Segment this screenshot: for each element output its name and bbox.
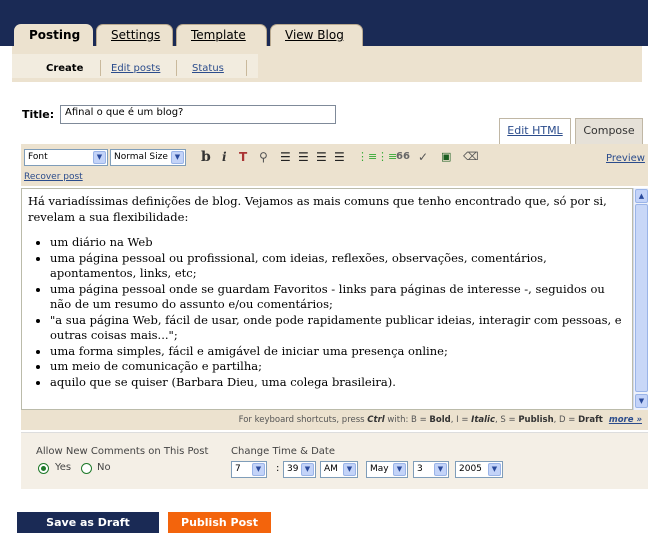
italic-button[interactable]: i (222, 150, 227, 164)
tab-template[interactable]: Template (176, 24, 267, 46)
shortcut-b: B = (411, 415, 430, 425)
minute-value: 39 (287, 464, 299, 474)
chevron-down-icon: ▼ (434, 463, 447, 476)
chevron-down-icon: ▼ (171, 151, 184, 164)
shortcut-d: , D = (553, 415, 579, 425)
align-justify-icon[interactable]: ☰ (334, 150, 345, 164)
year-select[interactable]: 2005 ▼ (455, 461, 503, 478)
shortcut-bold: Bold (429, 415, 451, 425)
tab-settings[interactable]: Settings (96, 24, 173, 46)
tab-posting[interactable]: Posting (14, 24, 93, 47)
shortcut-middle: with: (384, 415, 412, 425)
ampm-value: AM (324, 464, 338, 474)
bold-button[interactable]: b (201, 150, 211, 164)
minute-select[interactable]: 39 ▼ (283, 461, 316, 478)
title-label: Title: (22, 108, 55, 121)
blockquote-button[interactable]: 66 (396, 150, 410, 164)
ampm-select[interactable]: AM ▼ (320, 461, 358, 478)
align-center-icon[interactable]: ☰ (298, 150, 309, 164)
text-color-button[interactable]: T (239, 150, 247, 164)
size-select-value: Normal Size (114, 152, 168, 162)
list-item: uma forma simples, fácil e amigável de i… (50, 344, 624, 360)
chevron-down-icon: ▼ (252, 463, 265, 476)
eraser-icon[interactable]: ⌫ (463, 150, 479, 164)
list-item: uma página pessoal ou profissional, com … (50, 251, 624, 282)
editor-list: um diário na Web uma página pessoal ou p… (28, 235, 624, 390)
shortcut-i: , I = (450, 415, 472, 425)
align-left-icon[interactable]: ☰ (280, 150, 291, 164)
size-select[interactable]: Normal Size ▼ (110, 149, 186, 166)
spellcheck-button[interactable]: ✓ (418, 150, 428, 164)
divider (246, 60, 247, 76)
hour-select[interactable]: 7 ▼ (231, 461, 267, 478)
comments-no-label: No (97, 462, 111, 473)
shortcut-italic: Italic (471, 415, 495, 425)
publish-post-button[interactable]: Publish Post (168, 512, 271, 533)
list-item: uma página pessoal onde se guardam Favor… (50, 282, 624, 313)
save-as-draft-button[interactable]: Save as Draft (17, 512, 159, 533)
month-value: May (370, 464, 389, 474)
year-value: 2005 (459, 464, 482, 474)
hour-value: 7 (235, 464, 241, 474)
scrollbar-thumb[interactable] (635, 204, 648, 392)
font-select-value: Font (28, 152, 48, 162)
time-colon: : (276, 463, 280, 474)
image-icon[interactable]: ▣ (441, 150, 451, 164)
list-item: aquilo que se quiser (Barbara Dieu, uma … (50, 375, 624, 391)
comments-no-radio[interactable] (81, 463, 92, 474)
divider (100, 60, 101, 76)
shortcut-draft: Draft (578, 415, 603, 425)
subnav-create[interactable]: Create (46, 63, 83, 74)
chevron-down-icon: ▼ (488, 463, 501, 476)
day-select[interactable]: 3 ▼ (413, 461, 449, 478)
edit-html-tab[interactable]: Edit HTML (499, 118, 571, 144)
editor-scrollbar[interactable]: ▲ ▼ (633, 188, 648, 410)
shortcut-publish: Publish (518, 415, 554, 425)
post-body-editor[interactable]: Há variadíssimas definições de blog. Vej… (21, 188, 633, 410)
scroll-down-icon[interactable]: ▼ (635, 394, 648, 408)
chevron-down-icon: ▼ (301, 463, 314, 476)
more-shortcuts-link[interactable]: more » (609, 415, 642, 425)
bulleted-list-icon[interactable]: ⋮≡ (377, 150, 397, 164)
numbered-list-icon[interactable]: ⋮≡ (357, 150, 377, 164)
allow-comments-label: Allow New Comments on This Post (36, 446, 209, 457)
editor-intro: Há variadíssimas definições de blog. Vej… (28, 194, 607, 224)
chevron-down-icon: ▼ (393, 463, 406, 476)
subnav-edit-posts[interactable]: Edit posts (111, 63, 160, 74)
list-item: um meio de comunicação e partilha; (50, 359, 624, 375)
list-item: "a sua página Web, fácil de usar, onde p… (50, 313, 624, 344)
scroll-up-icon[interactable]: ▲ (635, 189, 648, 203)
recover-post-link[interactable]: Recover post (24, 172, 83, 182)
align-right-icon[interactable]: ☰ (316, 150, 327, 164)
preview-link[interactable]: Preview (606, 153, 645, 164)
link-button[interactable]: ⚲ (259, 150, 268, 164)
title-input[interactable]: Afinal o que é um blog? (60, 105, 336, 124)
month-select[interactable]: May ▼ (366, 461, 408, 478)
comments-yes-label: Yes (55, 462, 72, 473)
subnav-status[interactable]: Status (192, 63, 224, 74)
subnav-bar (12, 46, 642, 82)
keyboard-shortcuts-hint: For keyboard shortcuts, press Ctrl with:… (21, 410, 648, 430)
divider (176, 60, 177, 76)
shortcut-key: Ctrl (367, 415, 385, 425)
shortcut-prefix: For keyboard shortcuts, press (238, 415, 368, 425)
change-date-label: Change Time & Date (231, 446, 335, 457)
compose-tab[interactable]: Compose (575, 118, 643, 144)
chevron-down-icon: ▼ (343, 463, 356, 476)
shortcut-s: , S = (494, 415, 519, 425)
list-item: um diário na Web (50, 235, 624, 251)
font-select[interactable]: Font ▼ (24, 149, 108, 166)
tab-view-blog[interactable]: View Blog (270, 24, 363, 46)
comments-yes-radio[interactable] (38, 463, 49, 474)
chevron-down-icon: ▼ (93, 151, 106, 164)
day-value: 3 (417, 464, 423, 474)
